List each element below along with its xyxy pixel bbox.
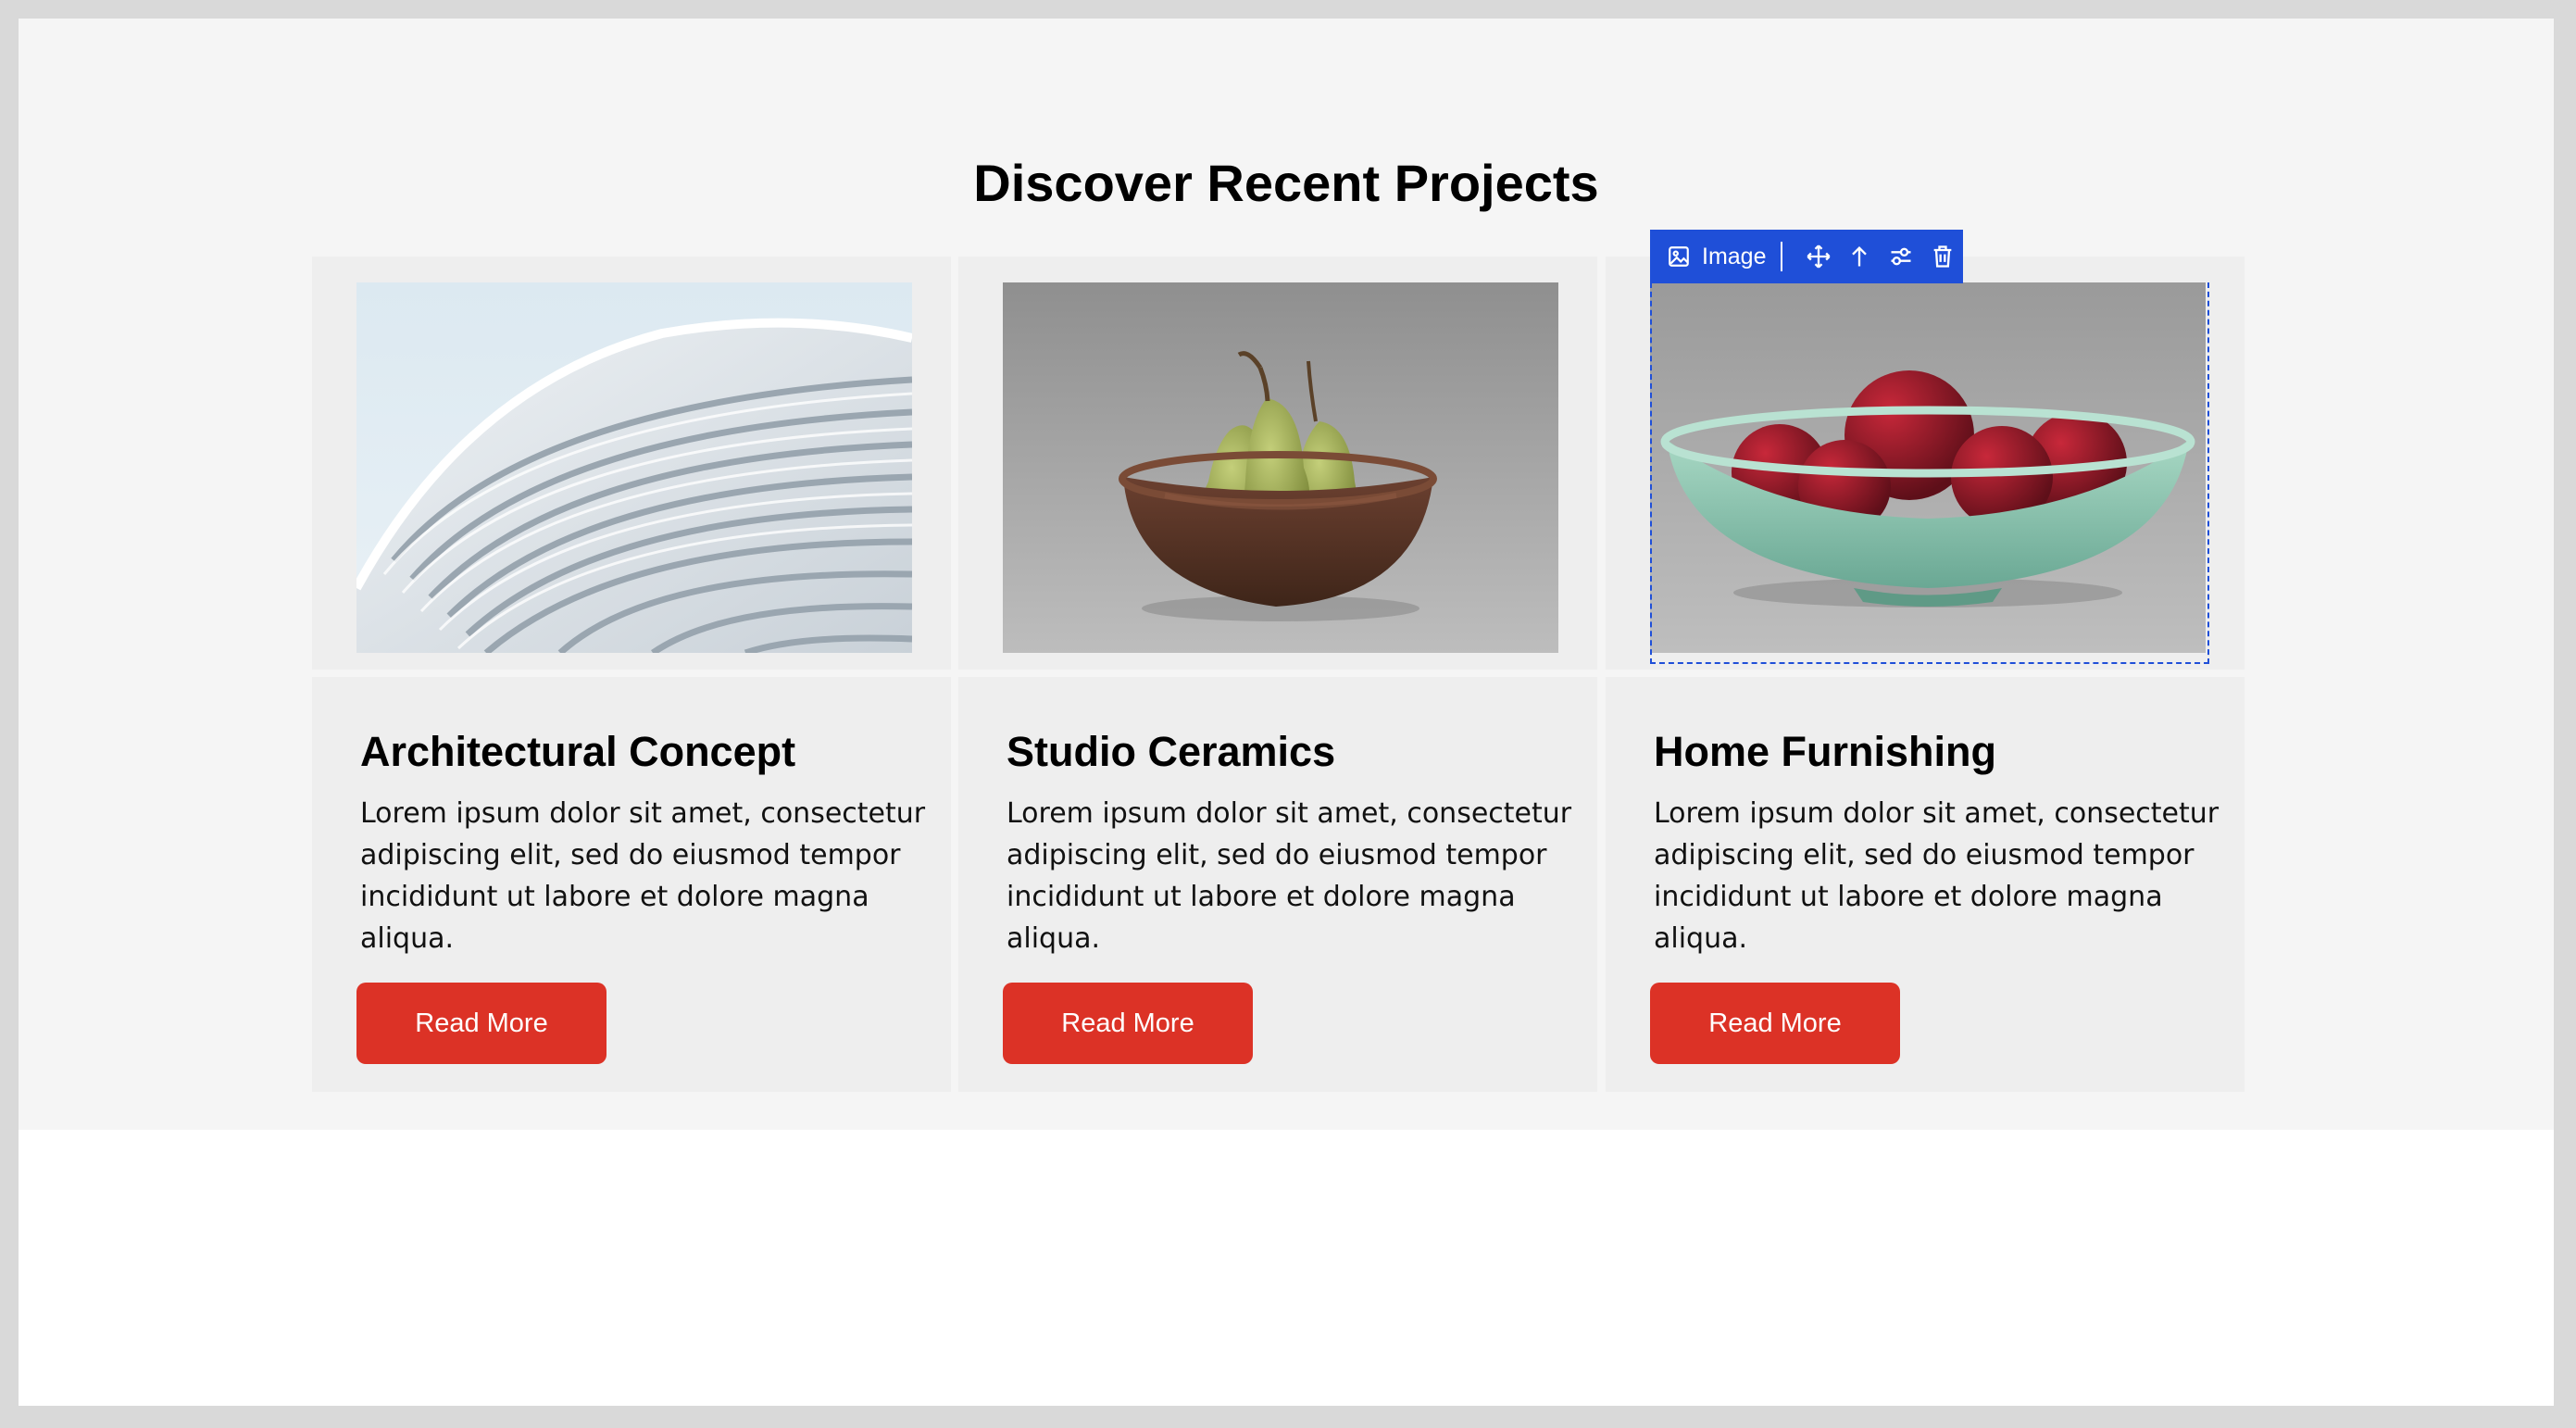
delete-button[interactable] <box>1921 235 1963 278</box>
select-parent-button[interactable] <box>1839 235 1881 278</box>
card-description: Lorem ipsum dolor sit amet, consectetur … <box>360 797 926 955</box>
trash-icon <box>1933 245 1951 268</box>
read-more-button[interactable]: Read More <box>356 983 606 1064</box>
card-media-ceramics <box>958 257 1597 670</box>
card-description: Lorem ipsum dolor sit amet, consectetur … <box>1654 797 2220 955</box>
move-icon <box>1807 244 1831 269</box>
card-media-furnishing <box>1606 257 2245 670</box>
card-title: Home Furnishing <box>1654 728 1996 775</box>
editor-canvas: Discover Recent Projects Architectural C… <box>19 19 2554 1406</box>
read-more-button[interactable]: Read More <box>1003 983 1253 1064</box>
card-architectural: Architectural Concept Lorem ipsum dolor … <box>312 677 951 1092</box>
card-furnishing: Home Furnishing Lorem ipsum dolor sit am… <box>1606 677 2245 1092</box>
card-ceramics: Studio Ceramics Lorem ipsum dolor sit am… <box>958 677 1597 1092</box>
architecture-illustration <box>356 282 912 653</box>
arrow-up-icon <box>1852 246 1868 267</box>
card-media-architectural <box>312 257 951 670</box>
architecture-photo[interactable] <box>356 282 912 653</box>
projects-section: Discover Recent Projects Architectural C… <box>19 19 2554 1130</box>
block-type-label: Image <box>1702 243 1767 269</box>
card-description: Lorem ipsum dolor sit amet, consectetur … <box>1007 797 1572 955</box>
settings-button[interactable] <box>1881 235 1922 278</box>
furnishing-photo[interactable] <box>1650 282 2206 653</box>
image-icon <box>1669 246 1689 267</box>
card-title: Architectural Concept <box>360 728 796 775</box>
move-button[interactable] <box>1797 235 1839 278</box>
sliders-icon <box>1891 247 1911 266</box>
image-block-toolbar: Image <box>1650 230 1963 283</box>
read-more-button[interactable]: Read More <box>1650 983 1900 1064</box>
pears-bowl-illustration <box>1003 282 1558 653</box>
section-title: Discover Recent Projects <box>973 154 1599 212</box>
toolbar-divider <box>1781 242 1783 271</box>
plums-bowl-illustration <box>1650 282 2206 653</box>
image-block-selector[interactable]: Image <box>1667 244 1781 270</box>
ceramics-photo[interactable] <box>1003 282 1558 653</box>
card-title: Studio Ceramics <box>1007 728 1336 775</box>
